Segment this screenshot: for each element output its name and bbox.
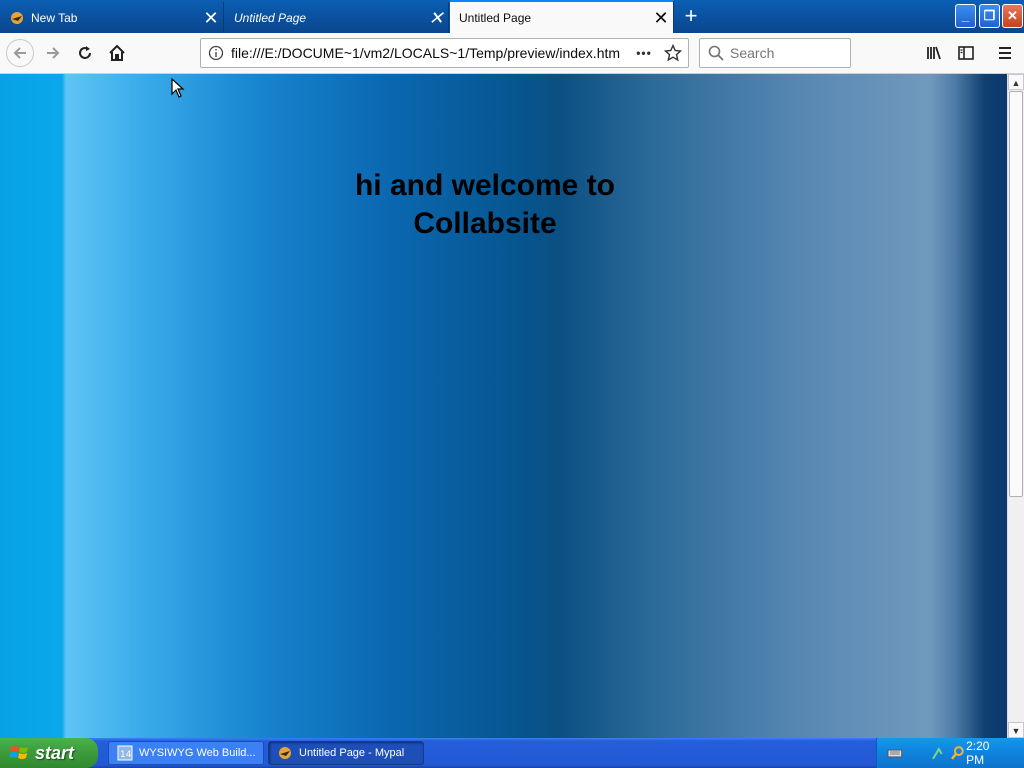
start-button[interactable]: start [0, 738, 98, 768]
maximize-icon: ❐ [983, 8, 996, 23]
forward-arrow-icon [47, 47, 60, 59]
window-close-button[interactable]: ✕ [1002, 4, 1023, 28]
search-box[interactable] [699, 38, 851, 68]
back-arrow-icon [13, 47, 26, 59]
minimize-icon: _ [961, 8, 970, 23]
tab-new-tab[interactable]: New Tab ✕ [0, 2, 224, 33]
taskbar-item-mypal[interactable]: Untitled Page - Mypal [268, 741, 424, 765]
reload-icon [79, 46, 91, 59]
network-icon[interactable] [931, 745, 947, 761]
close-icon[interactable]: ✕ [199, 9, 223, 27]
tab-title: New Tab [31, 10, 78, 25]
search-input[interactable] [730, 45, 840, 61]
new-tab-plus-icon[interactable]: + [678, 4, 704, 30]
tab-strip: New Tab ✕ Untitled Page ✕ Untitled Page … [0, 0, 1024, 33]
hamburger-menu-button[interactable] [992, 39, 1018, 67]
close-icon[interactable]: ✕ [424, 9, 448, 27]
library-button[interactable] [920, 39, 948, 67]
tab-untitled-page[interactable]: Untitled Page ✕ [225, 2, 449, 33]
mypal-favicon-icon [11, 11, 23, 24]
mouse-cursor-icon [171, 78, 185, 98]
tab-untitled-page-active[interactable]: Untitled Page ✕ [450, 0, 674, 33]
library-icon [927, 46, 941, 60]
forward-button[interactable] [39, 39, 67, 67]
mypal-app-icon [279, 747, 291, 759]
scroll-down-arrow-icon[interactable]: ▼ [1008, 722, 1024, 738]
maximize-button[interactable]: ❐ [979, 4, 1000, 28]
scroll-up-arrow-icon[interactable]: ▲ [1008, 74, 1024, 90]
info-icon[interactable] [201, 45, 231, 61]
tab-title: Untitled Page [459, 10, 532, 25]
svg-text:14: 14 [120, 750, 132, 760]
taskbar-item-label: Untitled Page - Mypal [299, 747, 405, 759]
clock: 2:20 PM [966, 739, 990, 767]
heading-line-2: Collabsite [413, 207, 557, 240]
bookmark-star-icon[interactable] [658, 44, 688, 62]
search-icon [708, 45, 724, 61]
navigation-toolbar: file:///E:/DOCUME~1/vm2/LOCALS~1/Temp/pr… [0, 33, 1024, 74]
sidebar-icon [958, 46, 974, 60]
back-button[interactable] [6, 39, 34, 67]
hamburger-menu-icon [999, 47, 1011, 59]
wysiwyg-app-icon: 14 [117, 745, 133, 761]
url-bar[interactable]: file:///E:/DOCUME~1/vm2/LOCALS~1/Temp/pr… [200, 38, 689, 68]
close-icon[interactable]: ✕ [649, 9, 673, 27]
keyboard-icon[interactable] [887, 745, 903, 761]
home-icon [109, 44, 125, 61]
vertical-scrollbar[interactable]: ▲ ▼ [1007, 74, 1024, 738]
windows-flag-icon [10, 746, 28, 759]
minimize-button[interactable]: _ [955, 4, 976, 28]
window-close-icon: ✕ [1007, 8, 1018, 23]
taskbar-item-wysiwyg[interactable]: 14 WYSIWYG Web Build... [108, 741, 264, 765]
windows-taskbar: start 14 WYSIWYG Web Build... Untitled P… [0, 738, 1024, 768]
system-tray: 2:20 PM [876, 738, 1024, 768]
page-actions-button[interactable]: ••• [630, 46, 658, 60]
start-label: start [35, 742, 75, 763]
taskbar-item-label: WYSIWYG Web Build... [139, 747, 256, 759]
sidebar-button[interactable] [952, 39, 980, 67]
page-content: hi and welcome to Collabsite [0, 74, 1007, 738]
home-button[interactable] [103, 39, 131, 67]
reload-button[interactable] [71, 39, 99, 67]
tab-title: Untitled Page [234, 10, 307, 25]
url-text[interactable]: file:///E:/DOCUME~1/vm2/LOCALS~1/Temp/pr… [231, 45, 630, 61]
scrollbar-thumb[interactable] [1009, 91, 1023, 497]
search-tray-icon[interactable] [950, 745, 966, 761]
heading-line-1: hi and welcome to [354, 169, 616, 202]
page-heading: hi and welcome to Collabsite [310, 167, 660, 243]
